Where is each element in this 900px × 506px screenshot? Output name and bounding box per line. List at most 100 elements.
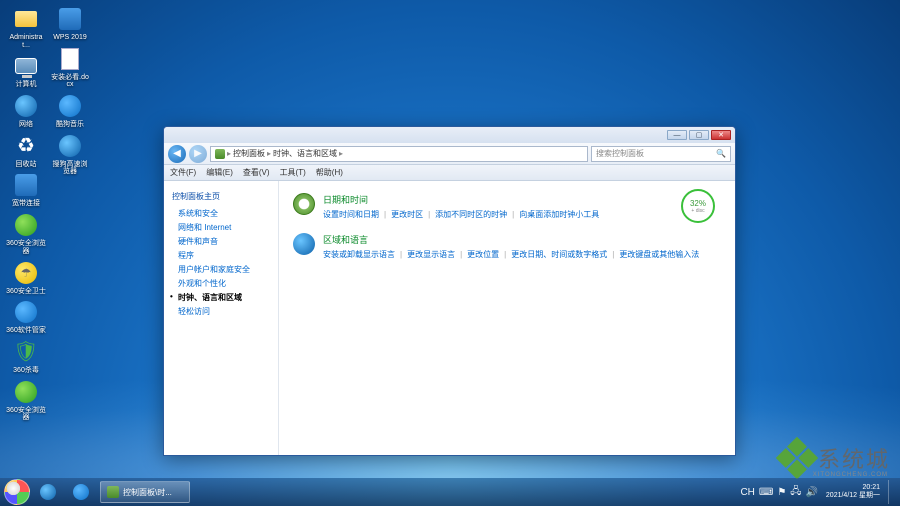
- blue-icon: [59, 95, 81, 117]
- desktop-icon-c2-2[interactable]: 酷狗音乐: [50, 93, 90, 129]
- shield-icon: 🛡: [13, 339, 38, 364]
- menu-item-1[interactable]: 编辑(E): [206, 167, 233, 178]
- menu-item-0[interactable]: 文件(F): [170, 167, 196, 178]
- category-link-1-2[interactable]: 更改位置: [467, 249, 499, 261]
- category-link-1-3[interactable]: 更改日期、时间或数字格式: [511, 249, 607, 261]
- category-link-0-2[interactable]: 添加不同时区的时钟: [435, 209, 507, 221]
- desktop-icon-label: 计算机: [16, 81, 37, 89]
- start-button[interactable]: [4, 479, 30, 505]
- back-button[interactable]: ◀: [168, 145, 186, 163]
- desktop: Administrat... 计算机网络 ♻ 回收站宽带连接 360安全浏览器 ☂ 360安…: [0, 0, 900, 506]
- yellow-icon: ☂: [15, 262, 37, 284]
- green-icon: [15, 214, 37, 236]
- desktop-icon-c1-1[interactable]: 计算机: [6, 53, 46, 89]
- tray-clock[interactable]: 20:21 2021/4/12 星期一: [826, 484, 880, 499]
- watermark: 系统城: [782, 442, 890, 474]
- folder-icon: [15, 11, 37, 27]
- sidebar-item-6[interactable]: 时钟、语言和区域: [178, 292, 270, 303]
- maximize-button[interactable]: ▢: [689, 130, 709, 140]
- sidebar-item-2[interactable]: 硬件和声音: [178, 236, 270, 247]
- desktop-icon-c1-6[interactable]: ☂ 360安全卫士: [6, 260, 46, 296]
- desktop-icon-c2-1[interactable]: 安装必看.docx: [50, 46, 90, 89]
- doc-icon: [61, 48, 79, 70]
- category-0: 日期和时间设置时间和日期|更改时区|添加不同时区的时钟|向桌面添加时钟小工具: [293, 193, 721, 221]
- desktop-icon-c1-4[interactable]: 宽带连接: [6, 172, 46, 208]
- tray-network-icon[interactable]: 🖧: [790, 484, 801, 501]
- desktop-icon-c1-3[interactable]: ♻ 回收站: [6, 133, 46, 169]
- sidebar-item-4[interactable]: 用户帐户和家庭安全: [178, 264, 270, 275]
- app-icon: [73, 484, 89, 500]
- category-link-0-0[interactable]: 设置时间和日期: [323, 209, 379, 221]
- category-title[interactable]: 日期和时间: [323, 193, 599, 206]
- breadcrumb-current[interactable]: 时钟、语言和区域: [273, 148, 337, 159]
- category-1: 区域和语言安装或卸载显示语言|更改显示语言|更改位置|更改日期、时间或数字格式|…: [293, 233, 721, 261]
- pinned-app[interactable]: [66, 481, 96, 503]
- ie-icon: [40, 484, 56, 500]
- minimize-button[interactable]: —: [667, 130, 687, 140]
- green-icon: [15, 381, 37, 403]
- category-link-0-1[interactable]: 更改时区: [391, 209, 423, 221]
- desktop-icon-label: 360杀毒: [13, 367, 39, 375]
- control-panel-icon: [107, 486, 119, 498]
- desktop-icon-label: 360安全卫士: [6, 288, 46, 296]
- desktop-icon-c1-9[interactable]: 360安全浏览器: [6, 379, 46, 422]
- tray-lang[interactable]: CH: [740, 487, 754, 498]
- category-link-0-3[interactable]: 向桌面添加时钟小工具: [519, 209, 599, 221]
- sidebar-item-1[interactable]: 网络和 Internet: [178, 222, 270, 233]
- category-link-1-4[interactable]: 更改键盘或其他输入法: [619, 249, 699, 261]
- desktop-icon-label: 网络: [19, 121, 33, 129]
- globe-icon: [15, 95, 37, 117]
- sidebar-item-3[interactable]: 程序: [178, 250, 270, 261]
- desktop-icon-label: WPS 2019: [53, 34, 86, 42]
- sidebar-item-5[interactable]: 外观和个性化: [178, 278, 270, 289]
- taskbar-task-control-panel[interactable]: 控制面板\时...: [100, 481, 190, 503]
- app-icon: [15, 174, 37, 196]
- category-title[interactable]: 区域和语言: [323, 233, 699, 246]
- globe-icon: [293, 233, 315, 255]
- desktop-icon-c1-8[interactable]: 🛡 360杀毒: [6, 339, 46, 375]
- tray-volume-icon[interactable]: 🔊: [805, 487, 817, 498]
- app-icon: [59, 8, 81, 30]
- desktop-icon-c1-5[interactable]: 360安全浏览器: [6, 212, 46, 255]
- control-panel-icon: [215, 149, 225, 159]
- recycle-icon: ♻: [17, 133, 35, 158]
- close-button[interactable]: ✕: [711, 130, 731, 140]
- menu-item-4[interactable]: 帮助(H): [316, 167, 343, 178]
- show-desktop-button[interactable]: [888, 480, 896, 504]
- desktop-icon-c2-0[interactable]: WPS 2019: [50, 6, 90, 42]
- address-bar: ◀ ▶ ▸ 控制面板 ▸ 时钟、语言和区域 ▸ 搜索控制面板 🔍: [164, 143, 735, 165]
- category-link-1-1[interactable]: 更改显示语言: [407, 249, 455, 261]
- desktop-icon-label: 搜狗高速浏览器: [50, 161, 90, 176]
- blue-icon: [15, 301, 37, 323]
- sidebar-item-0[interactable]: 系统和安全: [178, 208, 270, 219]
- sidebar: 控制面板主页 系统和安全网络和 Internet 硬件和声音程序用户帐户和家庭安全…: [164, 181, 279, 455]
- search-input[interactable]: 搜索控制面板 🔍: [591, 146, 731, 162]
- forward-button[interactable]: ▶: [189, 145, 207, 163]
- sidebar-heading[interactable]: 控制面板主页: [172, 191, 270, 202]
- desktop-icon-label: 回收站: [16, 161, 37, 169]
- breadcrumb-root[interactable]: 控制面板: [233, 148, 265, 159]
- menu-item-2[interactable]: 查看(V): [243, 167, 270, 178]
- desktop-icon-label: Administrat...: [6, 34, 46, 49]
- desktop-icon-label: 宽带连接: [12, 200, 40, 208]
- breadcrumb[interactable]: ▸ 控制面板 ▸ 时钟、语言和区域 ▸: [210, 146, 588, 162]
- desktop-icon-label: 360安全浏览器: [6, 407, 46, 422]
- system-tray: CH ⌨ ⚑ 🖧 🔊 20:21 2021/4/12 星期一: [740, 480, 896, 504]
- titlebar[interactable]: — ▢ ✕: [164, 127, 735, 143]
- desktop-icon-c1-0[interactable]: Administrat...: [6, 6, 46, 49]
- menu-item-3[interactable]: 工具(T): [280, 167, 306, 178]
- sidebar-item-7[interactable]: 轻松访问: [178, 306, 270, 317]
- desktop-icons-column-2: WPS 2019 安装必看.docx 酷狗音乐搜狗高速浏览器: [50, 6, 90, 176]
- desktop-icon-label: 360软件管家: [6, 327, 46, 335]
- pinned-ie[interactable]: [33, 481, 63, 503]
- taskbar: 控制面板\时... CH ⌨ ⚑ 🖧 🔊 20:21 2021/4/12 星期一: [0, 478, 900, 506]
- desktop-icon-c2-3[interactable]: 搜狗高速浏览器: [50, 133, 90, 176]
- desktop-icon-label: 360安全浏览器: [6, 240, 46, 255]
- tray-flag-icon[interactable]: ⚑: [777, 487, 786, 498]
- search-placeholder: 搜索控制面板: [596, 148, 644, 159]
- tray-ime-icon[interactable]: ⌨: [759, 487, 773, 498]
- desktop-icon-c1-2[interactable]: 网络: [6, 93, 46, 129]
- desktop-icon-c1-7[interactable]: 360软件管家: [6, 299, 46, 335]
- computer-icon: [15, 58, 37, 74]
- category-link-1-0[interactable]: 安装或卸载显示语言: [323, 249, 395, 261]
